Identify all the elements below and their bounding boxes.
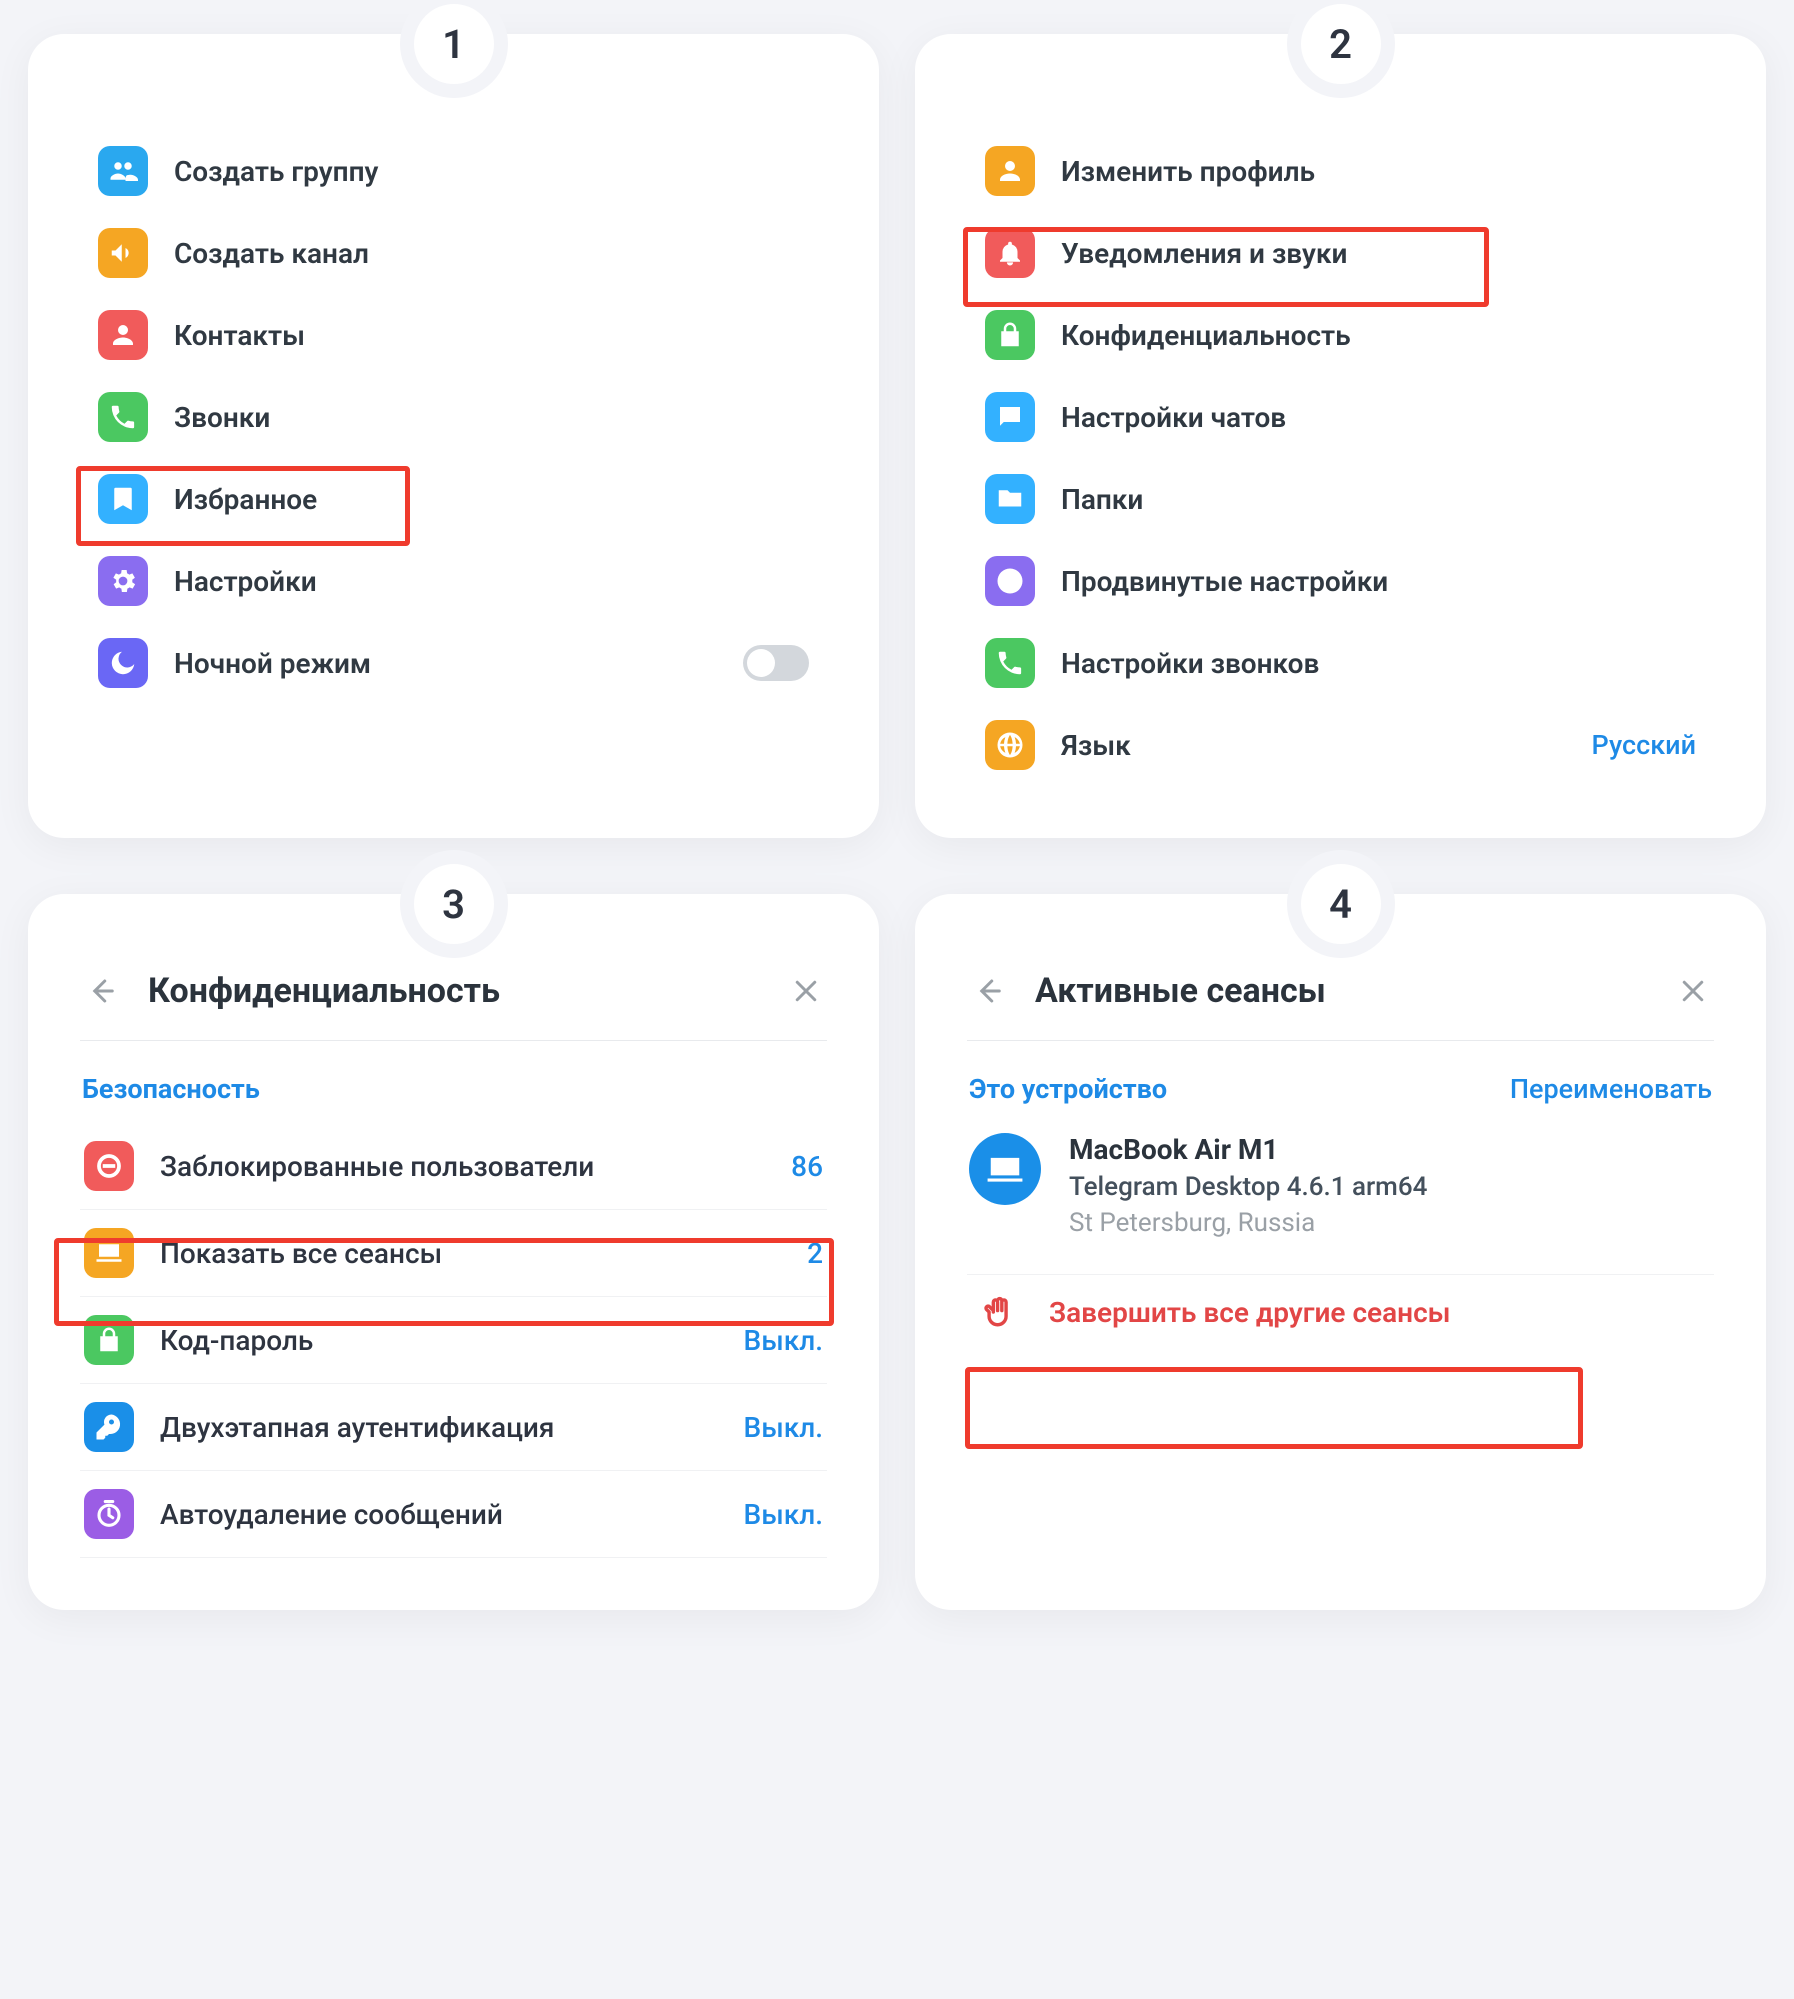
menu-label: Создать канал <box>174 237 369 270</box>
menu-call-settings[interactable]: Настройки звонков <box>975 622 1706 704</box>
step-3-card: 3 Конфиденциальность Безопасность Заблок… <box>28 894 879 1610</box>
language-value: Русский <box>1592 729 1696 761</box>
menu-settings[interactable]: Настройки <box>88 540 819 622</box>
highlight-terminate <box>965 1367 1583 1449</box>
row-two-step[interactable]: Двухэтапная аутентификация Выкл. <box>80 1384 827 1471</box>
group-icon <box>98 146 148 196</box>
menu-label: Настройки <box>174 565 317 598</box>
moon-icon <box>98 638 148 688</box>
folder-icon <box>985 474 1035 524</box>
rename-action[interactable]: Переименовать <box>1510 1073 1712 1105</box>
phone-icon <box>985 638 1035 688</box>
row-label: Автоудаление сообщений <box>160 1498 503 1531</box>
row-label: Заблокированные пользователи <box>160 1150 594 1183</box>
menu-advanced[interactable]: Продвинутые настройки <box>975 540 1706 622</box>
autodel-value: Выкл. <box>744 1498 823 1531</box>
panel4-header: Активные сеансы <box>967 964 1714 1041</box>
row-label: Двухэтапная аутентификация <box>160 1411 554 1444</box>
profile-icon <box>985 146 1035 196</box>
menu-label: Язык <box>1061 729 1131 762</box>
step-4-card: 4 Активные сеансы Это устройство Переиме… <box>915 894 1766 1610</box>
row-label: Показать все сеансы <box>160 1237 442 1270</box>
step-4-badge: 4 <box>1287 850 1395 958</box>
back-button[interactable] <box>80 970 122 1012</box>
section-label: Безопасность <box>82 1073 260 1105</box>
close-button[interactable] <box>1672 970 1714 1012</box>
menu-label: Избранное <box>174 483 317 516</box>
twofa-value: Выкл. <box>744 1411 823 1444</box>
row-active-sessions[interactable]: Показать все сеансы 2 <box>80 1210 827 1297</box>
device-location: St Petersburg, Russia <box>1069 1208 1427 1238</box>
lock-icon <box>84 1315 134 1365</box>
globe-icon <box>985 720 1035 770</box>
menu-create-group[interactable]: Создать группу <box>88 130 819 212</box>
menu-label: Продвинутые настройки <box>1061 565 1388 598</box>
row-passcode[interactable]: Код-пароль Выкл. <box>80 1297 827 1384</box>
menu-privacy[interactable]: Конфиденциальность <box>975 294 1706 376</box>
step-3-badge: 3 <box>400 850 508 958</box>
close-button[interactable] <box>785 970 827 1012</box>
megaphone-icon <box>98 228 148 278</box>
device-mac-icon <box>969 1133 1041 1205</box>
menu-label: Папки <box>1061 483 1143 516</box>
menu-label: Изменить профиль <box>1061 155 1315 188</box>
timer-icon <box>84 1489 134 1539</box>
back-button[interactable] <box>967 970 1009 1012</box>
sessions-count: 2 <box>807 1237 823 1270</box>
menu-saved[interactable]: Избранное <box>88 458 819 540</box>
menu-label: Ночной режим <box>174 647 371 680</box>
row-blocked-users[interactable]: Заблокированные пользователи 86 <box>80 1123 827 1210</box>
menu-label: Конфиденциальность <box>1061 319 1351 352</box>
lock-icon <box>985 310 1035 360</box>
row-label: Код-пароль <box>160 1324 313 1357</box>
menu-label: Создать группу <box>174 155 378 188</box>
passcode-value: Выкл. <box>744 1324 823 1357</box>
person-icon <box>98 310 148 360</box>
chat-icon <box>985 392 1035 442</box>
menu-label: Звонки <box>174 401 270 434</box>
panel3-title: Конфиденциальность <box>148 971 759 1011</box>
section-label: Это устройство <box>969 1073 1167 1105</box>
menu-language[interactable]: Язык Русский <box>975 704 1706 786</box>
step-1-badge: 1 <box>400 0 508 98</box>
security-section-header: Безопасность <box>80 1067 827 1123</box>
blocked-count: 86 <box>791 1150 823 1183</box>
phone-icon <box>98 392 148 442</box>
menu-night-mode[interactable]: Ночной режим <box>88 622 819 704</box>
panel3-header: Конфиденциальность <box>80 964 827 1041</box>
menu-notifications[interactable]: Уведомления и звуки <box>975 212 1706 294</box>
terminate-label: Завершить все другие сеансы <box>1049 1296 1451 1329</box>
stop-hand-icon <box>979 1295 1019 1329</box>
menu-chat-settings[interactable]: Настройки чатов <box>975 376 1706 458</box>
menu-edit-profile[interactable]: Изменить профиль <box>975 130 1706 212</box>
gear-icon <box>98 556 148 606</box>
menu-create-channel[interactable]: Создать канал <box>88 212 819 294</box>
this-device-header: Это устройство Переименовать <box>967 1067 1714 1123</box>
device-name: MacBook Air M1 <box>1069 1133 1427 1166</box>
step-1-card: 1 Создать группу Создать канал Контакты … <box>28 34 879 838</box>
current-device[interactable]: MacBook Air M1 Telegram Desktop 4.6.1 ar… <box>967 1123 1714 1268</box>
row-autodelete[interactable]: Автоудаление сообщений Выкл. <box>80 1471 827 1558</box>
panel4-title: Активные сеансы <box>1035 971 1646 1011</box>
device-info: MacBook Air M1 Telegram Desktop 4.6.1 ar… <box>1069 1133 1427 1238</box>
terminate-all-sessions[interactable]: Завершить все другие сеансы <box>967 1274 1714 1349</box>
blocked-icon <box>84 1141 134 1191</box>
menu-folders[interactable]: Папки <box>975 458 1706 540</box>
key-icon <box>84 1402 134 1452</box>
laptop-icon <box>84 1228 134 1278</box>
step-2-badge: 2 <box>1287 0 1395 98</box>
menu-contacts[interactable]: Контакты <box>88 294 819 376</box>
menu-label: Уведомления и звуки <box>1061 237 1347 270</box>
night-mode-toggle[interactable] <box>743 645 809 681</box>
device-app: Telegram Desktop 4.6.1 arm64 <box>1069 1172 1427 1202</box>
menu-label: Контакты <box>174 319 305 352</box>
menu-calls[interactable]: Звонки <box>88 376 819 458</box>
bell-icon <box>985 228 1035 278</box>
menu-label: Настройки звонков <box>1061 647 1319 680</box>
sliders-icon <box>985 556 1035 606</box>
bookmark-icon <box>98 474 148 524</box>
step-2-card: 2 Изменить профиль Уведомления и звуки К… <box>915 34 1766 838</box>
menu-label: Настройки чатов <box>1061 401 1286 434</box>
